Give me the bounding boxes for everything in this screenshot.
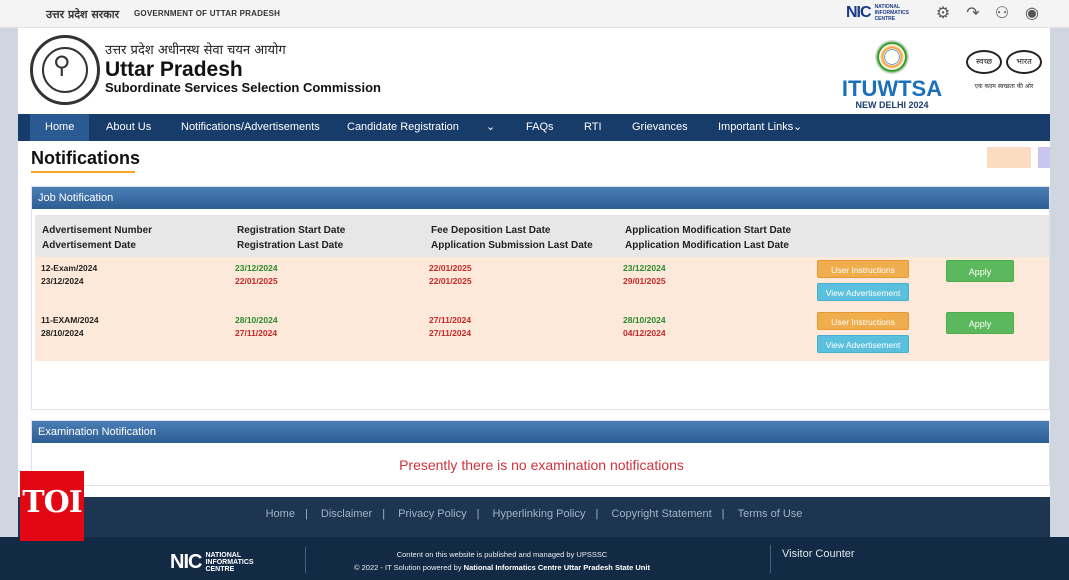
- apply-button[interactable]: Apply: [946, 312, 1014, 334]
- nic-logo[interactable]: NIC NATIONAL INFORMATICS CENTRE: [846, 4, 923, 22]
- separator: |: [304, 508, 308, 520]
- site-header: ⚲ उत्तर प्रदेश अधीनस्थ सेवा चयन आयोग Utt…: [18, 28, 1050, 114]
- footer-links-bar: Home | Disclaimer | Privacy Policy | Hyperl…: [18, 497, 1050, 537]
- state-government-hindi[interactable]: उत्तर प्रदेश सरकार: [46, 7, 119, 22]
- accessibility-icon[interactable]: ◉: [1023, 5, 1041, 23]
- separator: |: [595, 508, 599, 520]
- table-row: 12-Exam/2024 23/12/2024 23/12/2024 22/01/2…: [35, 257, 1049, 309]
- job-notification-panel: Job Notification Advertisement Number Adv…: [31, 186, 1050, 410]
- no-exam-message: Presently there is no examination notifi…: [399, 457, 684, 473]
- registration-cell: 28/10/2024 27/11/2024: [235, 315, 278, 338]
- job-notification-heading: Job Notification: [32, 187, 1049, 209]
- nav-rti[interactable]: RTI: [584, 114, 602, 141]
- apply-button[interactable]: Apply: [946, 260, 1014, 282]
- chevron-down-icon[interactable]: ⌄: [793, 114, 802, 141]
- chevron-down-icon[interactable]: ⌄: [486, 114, 495, 141]
- column-header: Fee Deposition Last Date Application Subm…: [431, 225, 593, 251]
- state-government-label[interactable]: GOVERNMENT OF UTTAR PRADESH: [134, 9, 280, 18]
- nav-home[interactable]: Home: [30, 114, 90, 141]
- nav-important-links[interactable]: Important Links: [718, 114, 793, 141]
- page-title: Notifications: [31, 148, 141, 168]
- separator: |: [721, 508, 725, 520]
- examination-notification-heading: Examination Notification: [32, 421, 1049, 443]
- nic-caption: NATIONAL INFORMATICS CENTRE: [205, 552, 254, 573]
- itu-wtsa-logo[interactable]: ITUWTSA NEW DELHI 2024: [833, 40, 951, 114]
- advertisement-cell: 11-EXAM/2024 28/10/2024: [41, 315, 99, 338]
- footer-link-privacy[interactable]: Privacy Policy: [398, 508, 466, 520]
- nav-faqs[interactable]: FAQs: [526, 114, 554, 141]
- footer-link-home[interactable]: Home: [266, 508, 295, 520]
- table-row: 11-EXAM/2024 28/10/2024 28/10/2024 27/11/2…: [35, 309, 1049, 361]
- font-size-button[interactable]: [987, 147, 1031, 168]
- divider: [770, 545, 771, 573]
- top-bar: उत्तर प्रदेश सरकार GOVERNMENT OF UTTAR P…: [0, 0, 1069, 28]
- nav-notifications[interactable]: Notifications/Advertisements: [181, 114, 320, 141]
- gear-icon[interactable]: ⚙: [934, 5, 952, 23]
- user-instructions-button[interactable]: User Instructions: [817, 312, 909, 330]
- share-icon[interactable]: ↷: [964, 5, 982, 23]
- user-instructions-button[interactable]: User Instructions: [817, 260, 909, 278]
- nic-wordmark: NIC: [170, 551, 202, 573]
- view-advertisement-button[interactable]: View Advertisement: [817, 335, 909, 353]
- swachh-right-lens: भारत: [1006, 50, 1042, 74]
- modification-cell: 28/10/2024 04/12/2024: [623, 315, 666, 338]
- footer-nic-logo[interactable]: NIC NATIONAL INFORMATICS CENTRE: [170, 551, 271, 574]
- fee-cell: 27/11/2024 27/11/2024: [429, 315, 472, 338]
- nav-grievances[interactable]: Grievances: [632, 114, 688, 141]
- examination-notification-panel: Examination Notification Presently there…: [31, 420, 1050, 486]
- footer-link-copyright[interactable]: Copyright Statement: [611, 508, 711, 520]
- fee-cell: 22/01/2025 22/01/2025: [429, 263, 472, 286]
- title-underline: [31, 171, 135, 173]
- toi-text: TOI: [22, 485, 83, 520]
- site-title: Uttar Pradesh: [105, 58, 243, 81]
- upsssc-emblem-logo[interactable]: ⚲: [30, 35, 100, 105]
- column-header: Registration Start Date Registration Last…: [237, 225, 346, 251]
- itu-wordmark: ITUWTSA: [841, 76, 943, 101]
- nav-candidate-registration[interactable]: Candidate Registration: [347, 114, 459, 141]
- footer-link-hyperlinking[interactable]: Hyperlinking Policy: [493, 508, 586, 520]
- nav-about-us[interactable]: About Us: [106, 114, 151, 141]
- column-header: Application Modification Start Date Appli…: [625, 225, 792, 251]
- divider: [305, 547, 306, 573]
- footer-link-terms[interactable]: Terms of Use: [738, 508, 803, 520]
- theme-button[interactable]: [1038, 147, 1050, 168]
- nic-wordmark: NIC: [846, 4, 872, 21]
- swachh-tagline: एक कदम स्वच्छता की ओर: [974, 83, 1034, 90]
- separator: |: [476, 508, 480, 520]
- swachh-bharat-logo[interactable]: स्वच्छ भारत एक कदम स्वच्छता की ओर: [958, 42, 1050, 108]
- visitor-counter-label: Visitor Counter: [782, 548, 855, 560]
- nic-caption: NATIONAL INFORMATICS CENTRE: [874, 4, 909, 22]
- modification-cell: 23/12/2024 29/01/2025: [623, 263, 666, 286]
- site-subtitle: Subordinate Services Selection Commissio…: [105, 80, 381, 95]
- main-navigation: Home About Us Notifications/Advertisemen…: [18, 114, 1050, 141]
- view-advertisement-button[interactable]: View Advertisement: [817, 283, 909, 301]
- footer-links: Home | Disclaimer | Privacy Policy | Hyperl…: [18, 508, 1050, 520]
- credit-text: © 2022 - IT Solution powered by National…: [354, 563, 650, 572]
- separator: |: [382, 508, 386, 520]
- footer-bottom: NIC NATIONAL INFORMATICS CENTRE Content …: [0, 537, 1069, 580]
- content-managed-text: Content on this website is published and…: [396, 550, 608, 559]
- toi-watermark-logo: TOI: [20, 471, 84, 541]
- swachh-left-lens: स्वच्छ: [966, 50, 1002, 74]
- footer-link-disclaimer[interactable]: Disclaimer: [321, 508, 372, 520]
- advertisement-cell: 12-Exam/2024 23/12/2024: [41, 263, 98, 286]
- table-header: Advertisement Number Advertisement Date R…: [35, 214, 1049, 257]
- itu-emblem-icon: [875, 40, 909, 74]
- column-header: Advertisement Number Advertisement Date: [42, 225, 153, 251]
- registration-cell: 23/12/2024 22/01/2025: [235, 263, 278, 286]
- commission-name-hindi: उत्तर प्रदेश अधीनस्थ सेवा चयन आयोग: [105, 43, 286, 58]
- credit-link[interactable]: National Informatics Centre Uttar Prades…: [464, 563, 650, 572]
- add-user-icon[interactable]: ⚇: [993, 5, 1011, 23]
